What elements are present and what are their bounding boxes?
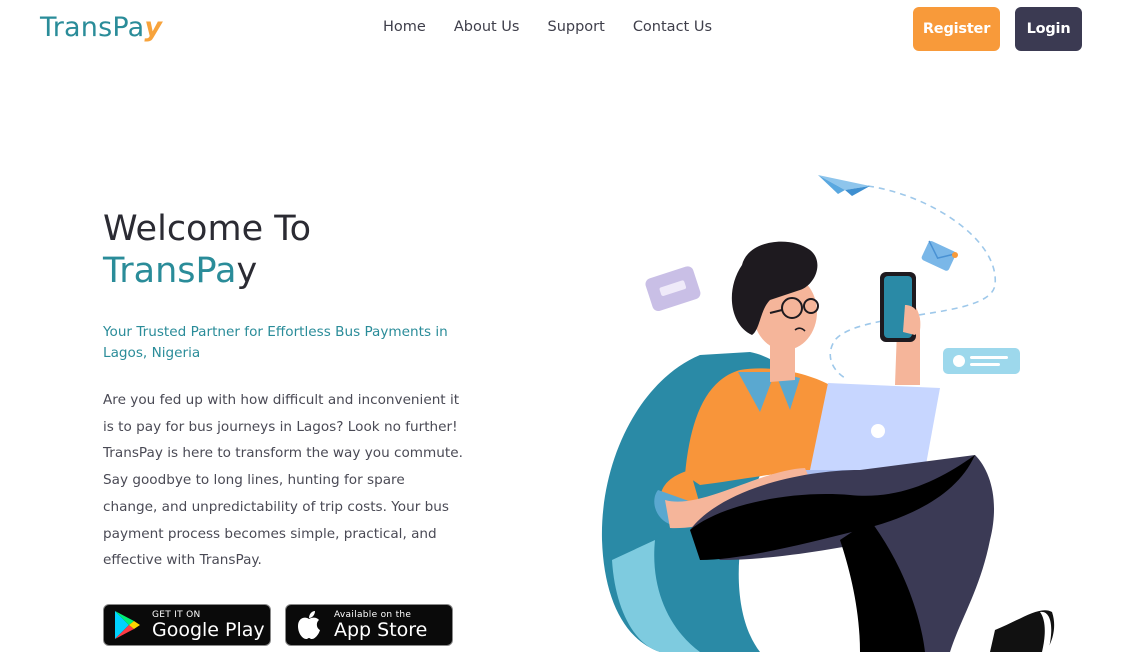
hero-subtitle: Your Trusted Partner for Effortless Bus … [103, 324, 448, 361]
hero-description: Are you fed up with how difficult and in… [103, 392, 463, 569]
apple-icon [294, 610, 324, 640]
app-store-small-text: Available on the [334, 609, 412, 620]
nav-home[interactable]: Home [383, 19, 426, 35]
logo[interactable]: TransPay [40, 12, 162, 43]
logo-accent-text: y [144, 12, 163, 43]
hero-title-line1: Welcome To [103, 209, 312, 249]
hero-title: Welcome To TransPay [103, 208, 463, 292]
register-button[interactable]: Register [913, 7, 1000, 51]
app-store-big-text: App Store [334, 618, 428, 641]
nav-about-us[interactable]: About Us [454, 19, 520, 35]
hero-title-brand: TransPa [103, 251, 237, 291]
nav-support[interactable]: Support [547, 19, 604, 35]
app-store-button[interactable]: Available on the App Store [285, 604, 453, 646]
hero-illustration [601, 175, 1055, 652]
hero-section: Welcome To TransPay Your Trusted Partner… [103, 208, 463, 574]
google-play-icon [112, 610, 142, 640]
chat-bubble-icon [943, 348, 1020, 374]
paper-plane-icon [818, 175, 870, 196]
nav-contact-us[interactable]: Contact Us [633, 19, 712, 35]
hero-title-brand-end: y [236, 251, 258, 291]
logo-main-text: TransPa [40, 12, 145, 43]
google-play-big-text: Google Play [152, 618, 265, 641]
envelope-icon [921, 240, 957, 271]
google-play-button[interactable]: GET IT ON Google Play [103, 604, 271, 646]
main-nav: Home About Us Support Contact Us [383, 19, 712, 35]
message-icon [645, 266, 701, 312]
google-play-small-text: GET IT ON [152, 609, 201, 620]
login-button[interactable]: Login [1015, 7, 1082, 51]
